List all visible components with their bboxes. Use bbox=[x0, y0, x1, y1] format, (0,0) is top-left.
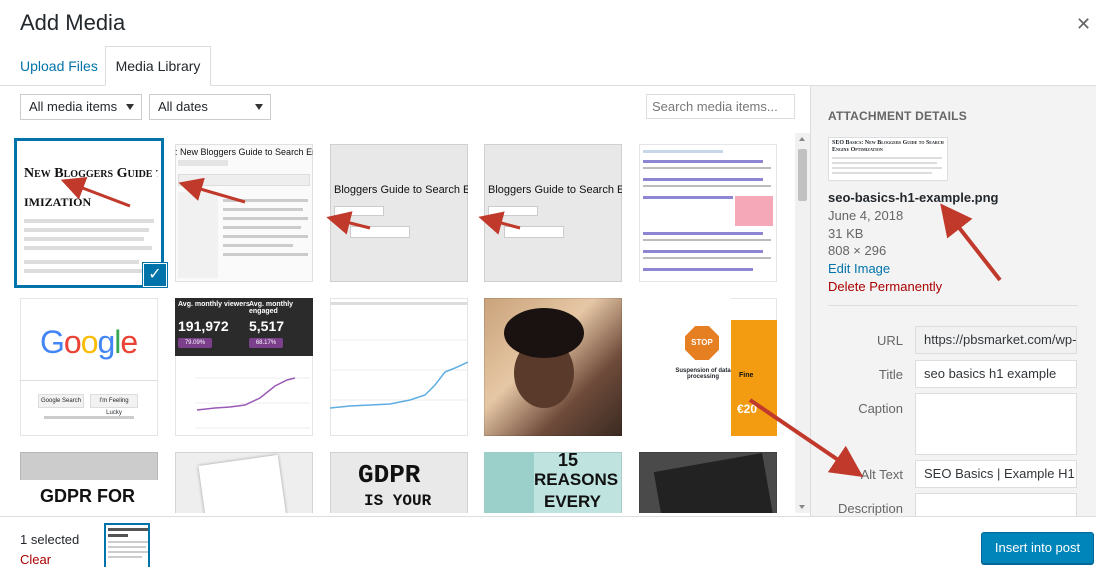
media-item-caption: GDPR bbox=[358, 460, 421, 490]
caption-label: Caption bbox=[858, 401, 903, 416]
caption-field[interactable] bbox=[915, 393, 1077, 455]
media-item[interactable] bbox=[484, 298, 622, 436]
description-field[interactable] bbox=[915, 493, 1077, 516]
media-item[interactable]: Bloggers Guide to Search Engine O bbox=[484, 144, 622, 282]
modal-title: Add Media bbox=[20, 10, 126, 35]
media-item-caption: New Bloggers Guide to S bbox=[24, 166, 158, 181]
attachment-date: June 4, 2018 bbox=[828, 208, 904, 223]
title-label: Title bbox=[878, 367, 903, 382]
media-item-caption: Bloggers Guide to Search Engine O bbox=[334, 184, 468, 196]
attachment-details-panel: Attachment Details SEO Basics: New Blogg… bbox=[810, 86, 1096, 516]
checkmark-icon[interactable]: ✓ bbox=[143, 263, 167, 287]
chevron-down-icon bbox=[126, 104, 134, 110]
media-item-caption: REASONS bbox=[534, 470, 619, 489]
search-input[interactable] bbox=[646, 94, 795, 119]
media-item[interactable] bbox=[639, 144, 777, 282]
media-item-caption: Fine bbox=[739, 372, 754, 379]
scroll-up-icon[interactable] bbox=[799, 137, 805, 141]
divider bbox=[828, 305, 1078, 306]
stat-value: 191,972 bbox=[178, 318, 229, 334]
alt-text-field[interactable]: SEO Basics | Example H1 Ta bbox=[915, 460, 1077, 488]
media-type-filter-value: All media items bbox=[29, 99, 118, 114]
close-icon[interactable]: ✕ bbox=[1076, 14, 1091, 35]
media-item[interactable]: : New Bloggers Guide to Search Engine Op… bbox=[175, 144, 313, 282]
media-item-caption: Suspension of data processing bbox=[675, 368, 731, 380]
attachment-thumbnail-caption: SEO Basics: New Bloggers Guide to Search… bbox=[832, 140, 944, 153]
clear-selection-link[interactable]: Clear bbox=[20, 552, 51, 567]
google-logo: Google bbox=[40, 324, 138, 360]
media-item-caption: GDPR FOR bbox=[40, 486, 136, 506]
attachment-size: 31 KB bbox=[828, 226, 864, 241]
media-item-caption: €20 bbox=[737, 402, 758, 416]
media-item[interactable]: GDPR FOR bbox=[20, 452, 158, 513]
insert-into-post-button[interactable]: Insert into post bbox=[981, 532, 1094, 564]
stat-value: 5,517 bbox=[249, 318, 285, 334]
media-item[interactable]: Google Google Search I'm Feeling Lucky bbox=[20, 298, 158, 436]
media-item-caption: IS YOUR bbox=[364, 492, 432, 510]
media-item-caption: I'm Feeling Lucky bbox=[90, 394, 138, 416]
scrollbar-thumb[interactable] bbox=[798, 149, 807, 201]
media-item-caption: : New Bloggers Guide to Search Engine Op… bbox=[175, 147, 313, 157]
stat-label: Avg. monthly viewers bbox=[178, 301, 250, 308]
media-item-caption: 15 bbox=[558, 452, 579, 470]
chevron-down-icon bbox=[255, 104, 263, 110]
attachment-dimensions: 808 × 296 bbox=[828, 243, 887, 258]
media-item-caption: Google Search bbox=[38, 394, 84, 408]
description-label: Description bbox=[837, 501, 903, 516]
media-grid: New Bloggers Guide to S IMIZATION ✓ : Ne… bbox=[0, 133, 795, 513]
media-item[interactable]: STOP Suspension of data processing Fine … bbox=[639, 298, 777, 436]
stat-badge: 68.17% bbox=[249, 338, 283, 348]
tab-upload-files[interactable]: Upload Files bbox=[20, 47, 98, 85]
line-chart-thumbnail bbox=[195, 377, 310, 429]
attachment-filename: seo-basics-h1-example.png bbox=[828, 190, 999, 205]
selection-count: 1 selected bbox=[20, 532, 80, 547]
media-grid-scrollbar[interactable] bbox=[795, 133, 810, 513]
media-item-caption: Bloggers Guide to Search Engine O bbox=[488, 184, 622, 196]
stat-badge: 79.09% bbox=[178, 338, 212, 348]
media-item-caption: EVERY bbox=[544, 492, 602, 511]
date-filter-value: All dates bbox=[158, 99, 208, 114]
url-label: URL bbox=[876, 333, 903, 348]
attachment-details-heading: Attachment Details bbox=[828, 109, 967, 123]
tab-media-library[interactable]: Media Library bbox=[105, 46, 211, 86]
stat-label: Avg. monthly engaged bbox=[249, 301, 294, 315]
date-filter[interactable]: All dates bbox=[149, 94, 271, 120]
attachment-thumbnail: SEO Basics: New Bloggers Guide to Search… bbox=[828, 137, 948, 181]
media-item[interactable] bbox=[175, 452, 313, 513]
alt-text-label: Alt Text bbox=[860, 467, 903, 482]
url-field[interactable]: https://pbsmarket.com/wp- bbox=[915, 326, 1077, 354]
title-field[interactable]: seo basics h1 example bbox=[915, 360, 1077, 388]
media-item[interactable]: GDPR IS YOUR bbox=[330, 452, 468, 513]
modal-footer: 1 selected Clear Insert into post bbox=[0, 516, 1096, 567]
selected-media-thumbnail[interactable] bbox=[104, 523, 150, 567]
media-item[interactable]: Avg. monthly viewers Avg. monthly engage… bbox=[175, 298, 313, 436]
media-item[interactable]: Bloggers Guide to Search Engine O bbox=[330, 144, 468, 282]
media-type-filter[interactable]: All media items bbox=[20, 94, 142, 120]
delete-permanently-link[interactable]: Delete Permanently bbox=[828, 279, 942, 294]
media-item-caption: IMIZATION bbox=[24, 195, 92, 209]
line-chart-thumbnail bbox=[330, 339, 468, 409]
media-item[interactable]: New Bloggers Guide to S IMIZATION bbox=[20, 144, 158, 282]
edit-image-link[interactable]: Edit Image bbox=[828, 261, 890, 276]
scroll-down-icon[interactable] bbox=[799, 505, 805, 509]
media-item[interactable] bbox=[330, 298, 468, 436]
media-item[interactable]: 15 REASONS EVERY bbox=[484, 452, 622, 513]
media-item[interactable] bbox=[639, 452, 777, 513]
